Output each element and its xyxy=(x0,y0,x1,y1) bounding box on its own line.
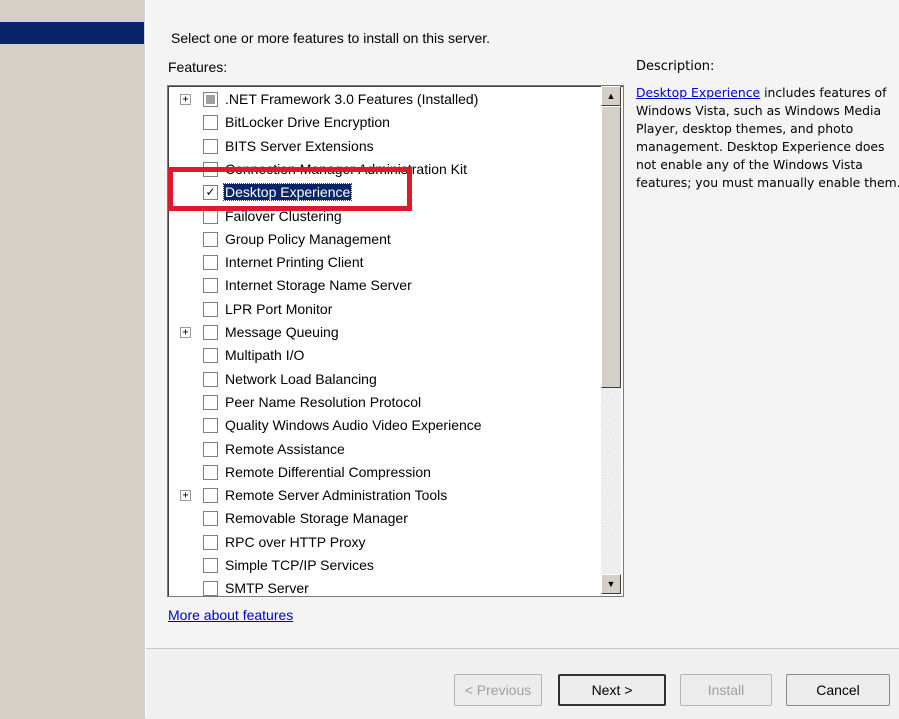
feature-checkbox[interactable] xyxy=(203,278,218,294)
feature-row[interactable]: Quality Windows Audio Video Experience xyxy=(168,414,600,437)
feature-checkbox[interactable] xyxy=(203,301,218,317)
previous-button[interactable]: < Previous xyxy=(454,674,542,706)
scrollbar-thumb[interactable] xyxy=(601,106,621,388)
feature-row[interactable]: Peer Name Resolution Protocol xyxy=(168,391,600,414)
feature-label: Internet Printing Client xyxy=(225,254,364,271)
feature-label: Removable Storage Manager xyxy=(225,510,408,527)
feature-label: RPC over HTTP Proxy xyxy=(225,533,366,550)
feature-label: Remote Server Administration Tools xyxy=(225,487,448,504)
next-button[interactable]: Next > xyxy=(558,674,666,706)
plus-expander-icon[interactable]: + xyxy=(180,94,191,105)
feature-row[interactable]: Internet Storage Name Server xyxy=(168,274,600,297)
feature-label: BITS Server Extensions xyxy=(225,137,374,154)
feature-row[interactable]: BitLocker Drive Encryption xyxy=(168,111,600,134)
cancel-button[interactable]: Cancel xyxy=(786,674,890,706)
plus-expander-icon[interactable]: + xyxy=(180,327,191,338)
feature-label: BitLocker Drive Encryption xyxy=(225,114,390,131)
feature-row[interactable]: BITS Server Extensions xyxy=(168,135,600,158)
feature-description: Desktop Experience includes features of … xyxy=(636,84,899,192)
feature-row[interactable]: Simple TCP/IP Services xyxy=(168,554,600,577)
feature-row[interactable]: LPR Port Monitor xyxy=(168,298,600,321)
features-label: Features: xyxy=(168,59,228,75)
feature-label: Network Load Balancing xyxy=(225,370,377,387)
feature-checkbox[interactable] xyxy=(203,115,218,131)
red-annotation-box xyxy=(168,167,412,211)
feature-label: Message Queuing xyxy=(225,324,339,340)
feature-row[interactable]: Multipath I/O xyxy=(168,344,600,367)
feature-label: SMTP Server xyxy=(225,580,309,597)
feature-checkbox[interactable] xyxy=(203,488,218,504)
feature-label: Simple TCP/IP Services xyxy=(225,557,374,573)
feature-label: Peer Name Resolution Protocol xyxy=(225,393,422,410)
description-label: Description: xyxy=(636,59,715,74)
feature-checkbox[interactable] xyxy=(203,371,218,387)
description-text: includes features of Windows Vista, such… xyxy=(636,85,899,190)
feature-row[interactable]: RPC over HTTP Proxy xyxy=(168,531,600,554)
feature-row[interactable]: SMTP Server xyxy=(168,577,600,597)
description-feature-link[interactable]: Desktop Experience xyxy=(636,85,760,100)
feature-row[interactable]: Remote Differential Compression xyxy=(168,461,600,484)
install-button[interactable]: Install xyxy=(680,674,772,706)
feature-checkbox[interactable] xyxy=(203,92,218,107)
feature-row[interactable]: Internet Printing Client xyxy=(168,251,600,274)
feature-checkbox[interactable] xyxy=(203,534,218,550)
features-scrollbar[interactable]: ▲ ▼ xyxy=(601,86,621,594)
feature-label: .NET Framework 3.0 Features (Installed) xyxy=(225,91,479,107)
features-list[interactable]: + .NET Framework 3.0 Features (Installed)… xyxy=(167,85,624,597)
feature-checkbox[interactable] xyxy=(203,394,218,410)
feature-row[interactable]: Group Policy Management xyxy=(168,228,600,251)
scroll-up-arrow-icon[interactable]: ▲ xyxy=(601,86,621,106)
feature-checkbox[interactable] xyxy=(203,231,218,247)
feature-checkbox[interactable] xyxy=(203,138,218,154)
feature-checkbox[interactable] xyxy=(203,464,218,480)
feature-checkbox[interactable] xyxy=(203,558,218,573)
feature-label: LPR Port Monitor xyxy=(225,300,333,317)
scroll-down-arrow-icon[interactable]: ▼ xyxy=(601,574,621,594)
feature-checkbox[interactable] xyxy=(203,325,218,340)
feature-label: Multipath I/O xyxy=(225,347,305,364)
feature-label: Remote Assistance xyxy=(225,440,345,457)
feature-checkbox[interactable] xyxy=(203,348,218,364)
feature-label: Quality Windows Audio Video Experience xyxy=(225,417,482,434)
feature-label: Remote Differential Compression xyxy=(225,463,431,480)
feature-checkbox[interactable] xyxy=(203,441,218,457)
more-about-features-link[interactable]: More about features xyxy=(168,607,293,623)
nav-item-features-selected[interactable] xyxy=(0,22,144,44)
instruction-text: Select one or more features to install o… xyxy=(171,30,491,46)
feature-row[interactable]: + Message Queuing xyxy=(168,321,600,344)
feature-checkbox[interactable] xyxy=(203,511,218,527)
feature-checkbox[interactable] xyxy=(203,418,218,434)
wizard-nav-pane xyxy=(0,0,146,718)
feature-row[interactable]: + Remote Server Administration Tools xyxy=(168,484,600,507)
feature-row[interactable]: Removable Storage Manager xyxy=(168,507,600,530)
feature-row[interactable]: + .NET Framework 3.0 Features (Installed) xyxy=(168,88,600,111)
feature-label: Internet Storage Name Server xyxy=(225,277,412,294)
plus-expander-icon[interactable]: + xyxy=(180,490,191,502)
feature-label: Group Policy Management xyxy=(225,230,391,247)
feature-checkbox[interactable] xyxy=(203,255,218,271)
feature-checkbox[interactable] xyxy=(203,581,218,596)
feature-row[interactable]: Network Load Balancing xyxy=(168,368,600,391)
feature-row[interactable]: Remote Assistance xyxy=(168,438,600,461)
